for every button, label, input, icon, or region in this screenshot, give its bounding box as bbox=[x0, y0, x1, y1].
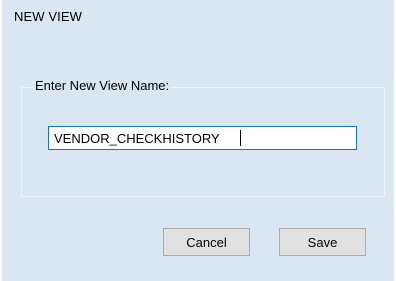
view-name-label: Enter New View Name: bbox=[33, 78, 172, 93]
cancel-button[interactable]: Cancel bbox=[163, 228, 250, 256]
text-cursor bbox=[240, 130, 241, 146]
view-name-input[interactable] bbox=[48, 126, 357, 150]
save-button[interactable]: Save bbox=[279, 228, 366, 256]
dialog-title: NEW VIEW bbox=[14, 9, 82, 24]
new-view-dialog: NEW VIEW Enter New View Name: Cancel Sav… bbox=[2, 0, 394, 281]
view-name-groupbox: Enter New View Name: bbox=[21, 78, 385, 197]
